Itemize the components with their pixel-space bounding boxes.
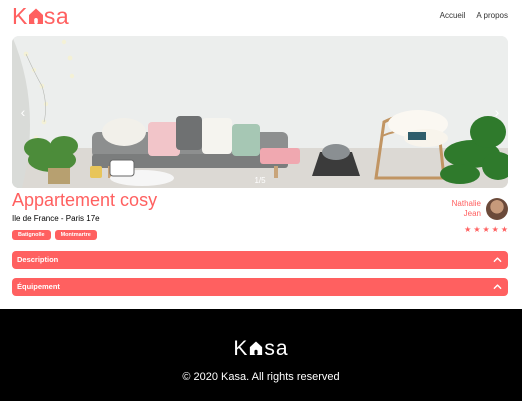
host-first-name: Nathalie bbox=[451, 199, 481, 208]
chevron-left-icon: ‹ bbox=[20, 104, 26, 120]
main-nav: Accueil A propos bbox=[440, 11, 508, 20]
house-icon bbox=[250, 341, 263, 355]
listing-tags: Batignolle Montmartre bbox=[12, 230, 97, 240]
footer-logo-letters-sa: sa bbox=[264, 337, 289, 360]
host-info: Nathalie Jean bbox=[452, 198, 508, 220]
listing-photo bbox=[12, 36, 508, 188]
equipment-collapse-label: Équipement bbox=[17, 282, 60, 291]
equipment-collapse[interactable]: Équipement bbox=[12, 278, 508, 296]
star-icon: ★ bbox=[482, 225, 490, 234]
kasa-logo[interactable]: K sa bbox=[12, 3, 69, 29]
star-icon: ★ bbox=[464, 225, 472, 234]
site-header: K sa Accueil A propos bbox=[0, 0, 522, 36]
next-photo-button[interactable]: › bbox=[490, 102, 504, 122]
star-icon: ★ bbox=[473, 225, 481, 234]
chevron-right-icon: › bbox=[494, 104, 500, 120]
photo-counter: 1/5 bbox=[254, 176, 266, 185]
host-avatar bbox=[486, 198, 508, 220]
nav-link-home[interactable]: Accueil bbox=[440, 11, 466, 20]
logo-letters-sa: sa bbox=[43, 3, 70, 29]
chevron-up-icon bbox=[493, 284, 502, 290]
site-footer: K sa © 2020 Kasa. All rights reserved bbox=[0, 309, 522, 401]
rating-stars: ★ ★ ★ ★ ★ bbox=[464, 226, 508, 234]
host-name: Nathalie Jean bbox=[452, 199, 481, 219]
host-last-name: Jean bbox=[463, 209, 481, 218]
listing-location: Ile de France - Paris 17e bbox=[12, 214, 100, 223]
listing-title: Appartement cosy bbox=[12, 190, 158, 210]
chevron-up-icon bbox=[493, 257, 502, 263]
footer-logo: K sa bbox=[0, 337, 522, 361]
logo-letter-k: K bbox=[12, 3, 28, 29]
nav-link-about[interactable]: A propos bbox=[476, 11, 508, 20]
previous-photo-button[interactable]: ‹ bbox=[16, 102, 30, 122]
star-icon: ★ bbox=[491, 225, 499, 234]
description-collapse[interactable]: Description bbox=[12, 251, 508, 269]
description-collapse-label: Description bbox=[17, 255, 59, 264]
tag-badge: Batignolle bbox=[12, 230, 51, 240]
copyright-text: © 2020 Kasa. All rights reserved bbox=[182, 371, 340, 383]
footer-logo-letter-k: K bbox=[233, 337, 249, 360]
house-icon bbox=[28, 8, 43, 24]
star-icon: ★ bbox=[500, 225, 508, 234]
photo-carousel: ‹ › 1/5 bbox=[12, 36, 508, 188]
tag-badge: Montmartre bbox=[54, 230, 97, 240]
